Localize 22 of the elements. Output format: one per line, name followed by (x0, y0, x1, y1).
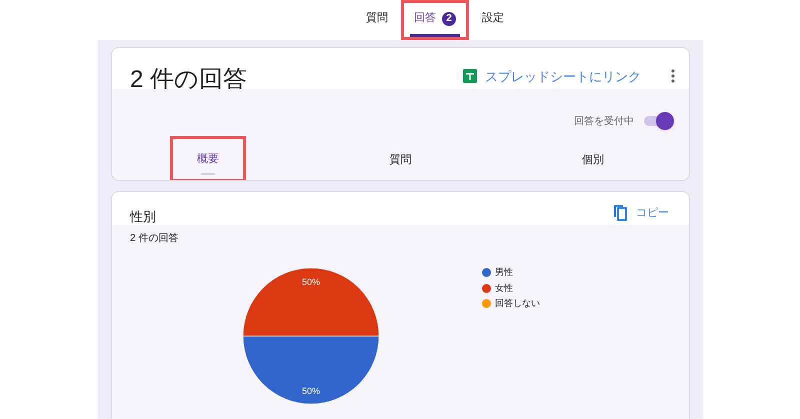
view-tab[interactable]: 概要 (191, 139, 226, 179)
view-tab[interactable]: 個別 (576, 140, 610, 180)
question-title: 性別 (130, 208, 156, 226)
response-tab[interactable]: 質問 (362, 3, 392, 37)
spreadsheet-icon[interactable] (463, 69, 477, 84)
copy-button[interactable]: コピー (614, 205, 669, 222)
response-tab[interactable]: 回答 2 (410, 3, 460, 37)
spreadsheet-link[interactable]: スプレッドシートにリンク (485, 66, 641, 86)
response-count: 2 件の回答 (129, 232, 180, 246)
more-menu-icon[interactable] (671, 69, 675, 84)
response-tab[interactable]: 設定 (478, 3, 508, 37)
legend-label: 女性 (495, 282, 513, 294)
slice-label: 50% (302, 386, 320, 396)
accepting-label: 回答を受付中 (574, 114, 634, 128)
copy-icon (614, 205, 628, 222)
legend-label: 男性 (495, 266, 513, 279)
slice-label: 50% (302, 277, 320, 288)
accepting-toggle[interactable] (644, 112, 672, 130)
count-badge: 2 (442, 12, 456, 26)
legend-label: 回答しない (495, 297, 540, 310)
view-tab[interactable]: 質問 (383, 140, 418, 180)
responses-title: 2 件の回答 (130, 68, 248, 92)
